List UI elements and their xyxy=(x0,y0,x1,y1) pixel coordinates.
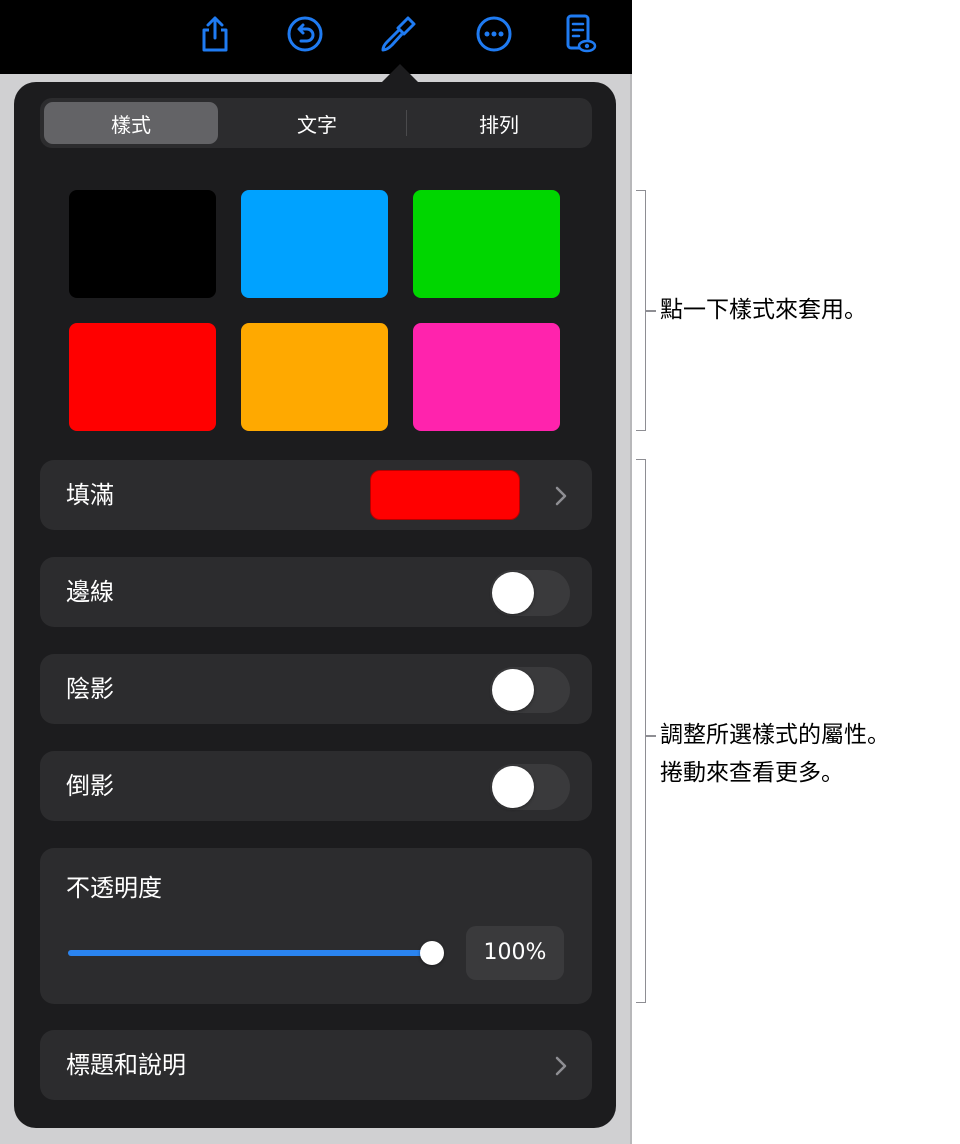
popover-arrow xyxy=(380,64,420,84)
device-edge xyxy=(630,74,632,1144)
chevron-right-icon xyxy=(555,486,567,506)
style-swatch-blue[interactable] xyxy=(241,190,388,298)
reader-view-icon[interactable] xyxy=(560,14,600,54)
style-swatch-green[interactable] xyxy=(413,190,560,298)
callout-styles: 點一下樣式來套用。 xyxy=(660,297,867,323)
fill-row[interactable]: 填滿 xyxy=(40,460,592,530)
opacity-section: 不透明度 100% xyxy=(40,848,592,1004)
style-swatch-black[interactable] xyxy=(69,190,216,298)
opacity-value-field[interactable]: 100% xyxy=(466,926,564,980)
callout-properties-line1: 調整所選樣式的屬性。 xyxy=(660,722,890,748)
style-swatch-red[interactable] xyxy=(69,323,216,431)
format-tabs: 樣式 文字 排列 xyxy=(40,98,592,148)
tab-text[interactable]: 文字 xyxy=(230,102,404,144)
callout-tick-properties xyxy=(646,735,656,737)
border-toggle[interactable] xyxy=(490,570,570,616)
share-icon[interactable] xyxy=(195,14,235,54)
style-swatch-orange[interactable] xyxy=(241,323,388,431)
callout-bracket-styles xyxy=(636,190,646,431)
opacity-slider-track[interactable] xyxy=(68,950,432,956)
reflection-row: 倒影 xyxy=(40,751,592,821)
toggle-knob xyxy=(492,766,534,808)
reflection-label: 倒影 xyxy=(66,772,114,800)
fill-color-chip[interactable] xyxy=(370,470,520,520)
border-row: 邊線 xyxy=(40,557,592,627)
toolbar xyxy=(0,0,632,74)
border-label: 邊線 xyxy=(66,578,114,606)
opacity-label: 不透明度 xyxy=(66,874,162,902)
toggle-knob xyxy=(492,669,534,711)
caption-row[interactable]: 標題和說明 xyxy=(40,1030,592,1100)
reflection-toggle[interactable] xyxy=(490,764,570,810)
opacity-slider-thumb[interactable] xyxy=(420,941,444,965)
callout-tick-styles xyxy=(646,310,656,312)
toggle-knob xyxy=(492,572,534,614)
more-icon[interactable] xyxy=(474,14,514,54)
format-popover: 樣式 文字 排列 填滿 邊線 陰影 倒影 不透明度 100% 標題和說明 xyxy=(14,82,616,1128)
tab-style[interactable]: 樣式 xyxy=(44,102,218,144)
undo-icon[interactable] xyxy=(285,14,325,54)
format-brush-icon[interactable] xyxy=(378,14,418,54)
device-screen: 樣式 文字 排列 填滿 邊線 陰影 倒影 不透明度 100% 標題和說明 xyxy=(0,0,632,1144)
tab-divider xyxy=(406,110,407,136)
opacity-slider-fill xyxy=(68,950,432,956)
caption-label: 標題和說明 xyxy=(66,1051,186,1079)
shadow-toggle[interactable] xyxy=(490,667,570,713)
shadow-row: 陰影 xyxy=(40,654,592,724)
callout-properties-line2: 捲動來查看更多。 xyxy=(660,760,844,786)
callout-bracket-properties xyxy=(636,459,646,1003)
shadow-label: 陰影 xyxy=(66,675,114,703)
tab-arrange[interactable]: 排列 xyxy=(410,102,588,144)
chevron-right-icon xyxy=(555,1056,567,1076)
style-swatch-pink[interactable] xyxy=(413,323,560,431)
fill-label: 填滿 xyxy=(66,481,114,509)
